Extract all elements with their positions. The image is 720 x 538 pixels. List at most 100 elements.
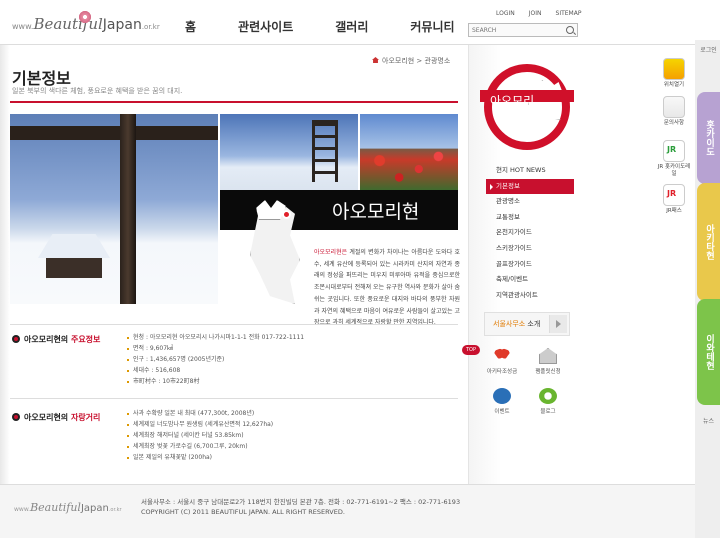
quick-jr-pass-label: JR패스 <box>666 208 682 214</box>
quick-event-label: 이벤트 <box>494 409 510 415</box>
photo-roof <box>38 234 110 258</box>
footer-logo-www: www. <box>14 506 31 513</box>
quick-jr-hokkaido-label: JR 홋카이도레일 <box>657 164 691 177</box>
pride-heading: 아오모리현의 자랑거리 <box>12 412 100 423</box>
utility-links: LOGIN JOIN SITEMAP <box>496 10 581 17</box>
section-divider <box>10 398 458 399</box>
blog-icon <box>539 388 557 404</box>
lnb-attractions[interactable]: 관광명소 <box>486 194 574 210</box>
logo-beautiful: Beautiful <box>33 15 103 33</box>
left-shade <box>0 45 10 495</box>
lnb-transport[interactable]: 교통정보 <box>486 210 574 226</box>
pride-heading-accent: 자랑거리 <box>70 413 101 422</box>
quick-event[interactable]: 이벤트 <box>484 388 520 415</box>
heart-icon <box>493 348 511 364</box>
jr-pass-icon <box>663 184 685 206</box>
list-item: 사과 수확량 일본 내 최대 (477,300t, 2008년) <box>127 408 273 419</box>
main-info-list: 현청 : 아오모리현 아오모리시 나가시마1-1-1 전화 017-722-11… <box>127 332 304 387</box>
lnb-basic-info[interactable]: 기본정보 <box>486 178 574 195</box>
pride-heading-prefix: 아오모리현의 <box>24 413 71 422</box>
breadcrumb-current[interactable]: 관광명소 <box>425 57 451 65</box>
photo-wooden-tower <box>312 120 338 182</box>
footer-logo[interactable]: www.BeautifulJapan.or.kr <box>14 496 122 515</box>
prefecture-heading: 아오모리현 <box>332 201 420 223</box>
list-item: 일본 제일의 유채꽃밭 (200ha) <box>127 452 273 463</box>
main-info-heading-accent: 주요정보 <box>70 335 101 344</box>
quick-blog-label: 블로그 <box>540 409 556 415</box>
section-divider <box>10 324 458 325</box>
join-link[interactable]: JOIN <box>529 10 542 17</box>
quick-pamphlet-label: 팸플릿신청 <box>535 369 561 375</box>
event-icon <box>493 388 511 404</box>
photo-post <box>120 114 136 304</box>
gnb-community[interactable]: 커뮤니티 <box>410 18 454 35</box>
quick-pamphlet[interactable]: 팸플릿신청 <box>530 348 566 375</box>
tab-hokkaido[interactable]: 홋카이도 <box>697 92 720 184</box>
lnb-hot-news[interactable]: 현지 HOT NEWS <box>486 163 574 179</box>
quick-jr-hokkaido[interactable]: JR 홋카이도레일 <box>656 140 692 178</box>
wifi-icon <box>663 58 685 80</box>
aomori-emblem: 아오모리 <box>478 58 576 156</box>
seoul-office-rest: 소개 <box>525 320 541 328</box>
side-news-link[interactable]: 뉴스 <box>697 416 720 425</box>
photo-tower <box>220 114 358 190</box>
quick-grant[interactable]: 아키타조성금 <box>484 348 520 375</box>
search-icon[interactable] <box>566 26 574 34</box>
seoul-office-button[interactable]: 서울사무소 소개 <box>484 312 570 336</box>
photo-apples <box>360 114 458 190</box>
lnb-ski-guide[interactable]: 스키장가이드 <box>486 241 574 257</box>
bullet-icon <box>12 335 20 343</box>
quick-location[interactable]: 위치열기 <box>656 58 692 89</box>
home-icon[interactable] <box>372 57 379 63</box>
map-tohoku-icon <box>250 206 300 304</box>
footer-logo-japan: Japan <box>80 503 109 514</box>
login-link[interactable]: LOGIN <box>496 10 515 17</box>
search-box <box>468 23 578 37</box>
photo-beam <box>10 126 218 140</box>
top-button[interactable]: TOP <box>462 345 480 355</box>
emblem-label: 아오모리 <box>490 94 535 108</box>
list-item: 세계제일 너도밤나무 원생림 (세계유산면적 12,627ha) <box>127 419 273 430</box>
main-info-heading: 아오모리현의 주요정보 <box>12 334 100 345</box>
sitemap-link[interactable]: SITEMAP <box>556 10 582 17</box>
main-info-heading-prefix: 아오모리현의 <box>24 335 71 344</box>
footer-logo-kr: .or.kr <box>108 507 122 513</box>
list-item: 세계최장 해저터널 (세이칸 터널 53.85km) <box>127 430 273 441</box>
japan-map <box>240 196 308 308</box>
site-logo[interactable]: www.BeautifulJapan.or.kr <box>12 10 160 44</box>
jr-hokkaido-icon <box>663 140 685 162</box>
lnb-golf-guide[interactable]: 골프장가이드 <box>486 257 574 273</box>
gnb-gallery[interactable]: 갤러리 <box>335 18 368 35</box>
arrow-right-icon <box>549 315 567 333</box>
list-item: 세대수 : 516,608 <box>127 365 304 376</box>
title-underline <box>10 101 458 103</box>
intro-text: 아오모리현은 계절의 변화가 차이나는 아름다운 도와다 호수, 세계 유산에 … <box>314 247 460 329</box>
tab-iwate[interactable]: 이와테현 <box>697 299 720 405</box>
map-marker-icon <box>282 210 291 219</box>
tab-akita[interactable]: 아키타현 <box>697 183 720 301</box>
quick-inquiry[interactable]: 문의사항 <box>656 96 692 127</box>
gnb-home[interactable]: 홈 <box>185 18 196 35</box>
search-input[interactable] <box>472 25 560 35</box>
list-item: 면적 : 9,607㎢ <box>127 343 304 354</box>
gnb-related-sites[interactable]: 관련사이트 <box>238 18 293 35</box>
lnb-tourism-sites[interactable]: 지역관광사이트 <box>486 288 574 304</box>
list-item: 현청 : 아오모리현 아오모리시 나가시마1-1-1 전화 017-722-11… <box>127 332 304 343</box>
header-divider <box>0 44 695 45</box>
breadcrumb: 아오모리현 > 관광명소 <box>372 56 450 66</box>
quick-grant-label: 아키타조성금 <box>486 369 518 375</box>
lnb-festival-event[interactable]: 축제/이벤트 <box>486 272 574 288</box>
quick-blog[interactable]: 블로그 <box>530 388 566 415</box>
photo-apple-cluster <box>360 148 458 190</box>
intro-highlight: 아오모리현은 <box>314 249 348 256</box>
photo-snow-house <box>10 114 218 304</box>
photo-house <box>46 258 102 278</box>
logo-japan: Japan <box>102 17 142 33</box>
seoul-office-accent: 서울사무소 <box>493 320 526 328</box>
side-login-link[interactable]: 로그인 <box>697 45 720 54</box>
pride-list: 사과 수확량 일본 내 최대 (477,300t, 2008년) 세계제일 너도… <box>127 408 273 463</box>
breadcrumb-prefecture[interactable]: 아오모리현 <box>382 57 414 65</box>
quick-inquiry-label: 문의사항 <box>663 120 685 126</box>
lnb-onsen-guide[interactable]: 온천지가이드 <box>486 225 574 241</box>
quick-jr-pass[interactable]: JR패스 <box>656 184 692 215</box>
